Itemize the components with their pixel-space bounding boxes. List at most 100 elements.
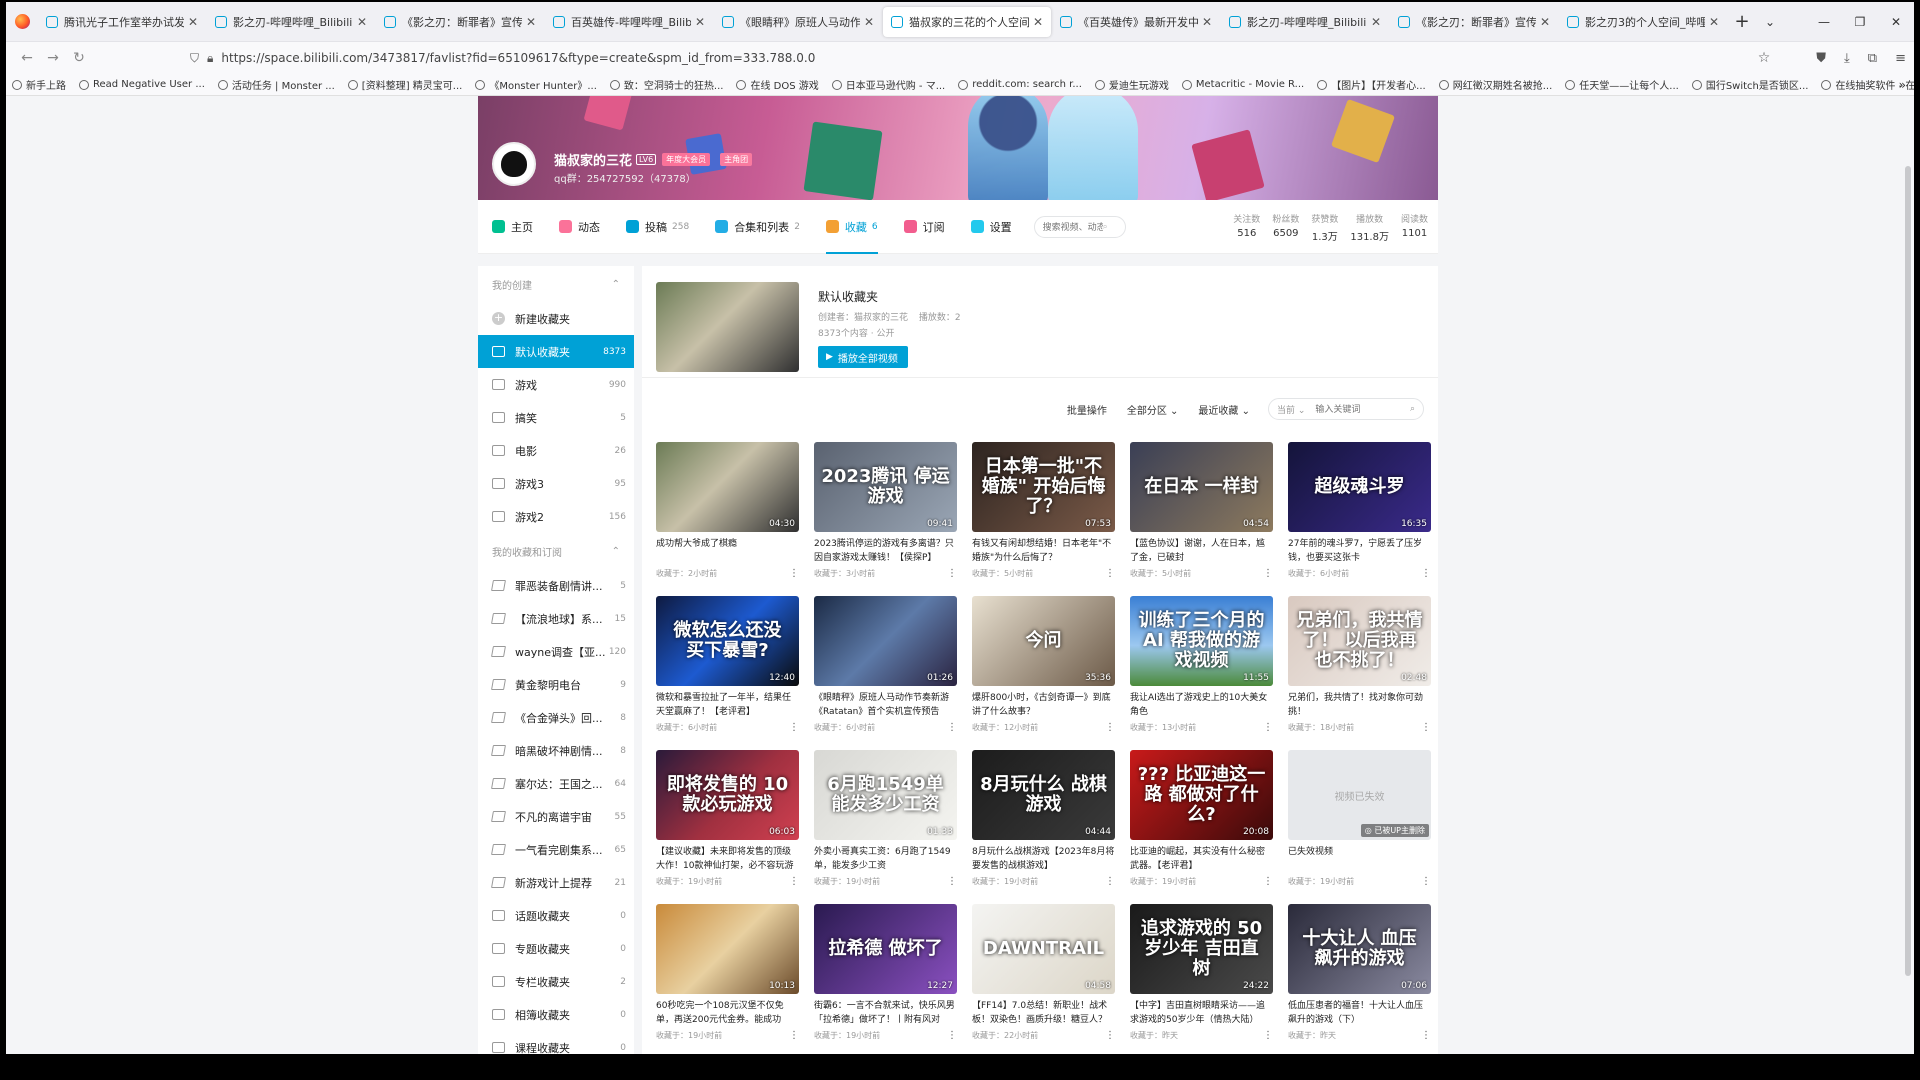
bookmark-item[interactable]: 《Monster Hunter》... — [475, 77, 597, 92]
video-card[interactable]: 8月玩什么 战棋游戏 04:44 8月玩什么战棋游戏【2023年8月将要发售的战棋游… — [972, 750, 1115, 904]
avatar[interactable] — [492, 142, 536, 186]
video-thumbnail[interactable]: 超级魂斗罗 16:35 — [1288, 442, 1431, 532]
video-title[interactable]: 27年前的魂斗罗7，宁愿丢了压岁钱，也要买这张卡 — [1288, 537, 1431, 565]
more-options-icon[interactable]: ⋮ — [789, 568, 799, 579]
user-name[interactable]: 猫叔家的三花 — [554, 150, 632, 169]
tab-close-icon[interactable]: ✕ — [188, 15, 198, 29]
folder-item[interactable]: 新游戏计上提荐 21 — [478, 866, 634, 899]
space-tab[interactable]: 动态 — [559, 200, 600, 254]
more-options-icon[interactable]: ⋮ — [789, 722, 799, 733]
folder-item[interactable]: 专栏收藏夹 2 — [478, 965, 634, 998]
space-tab[interactable]: 主页 — [492, 200, 533, 254]
video-title[interactable]: 2023腾讯停运的游戏有多离谱？只因自家游戏太赚钱！【侯探P】 — [814, 537, 957, 565]
more-options-icon[interactable]: ⋮ — [1421, 722, 1431, 733]
stat-item[interactable]: 关注数 516 — [1233, 212, 1260, 243]
shield-icon[interactable]: ⛉ — [190, 51, 199, 66]
tab-close-icon[interactable]: ✕ — [1033, 15, 1043, 29]
browser-tab[interactable]: 腾讯光子工作室举办试发新游… ✕ — [38, 7, 206, 37]
video-card[interactable]: 2023腾讯 停运游戏 09:41 2023腾讯停运的游戏有多离谱？只因自家游戏太赚… — [814, 442, 957, 596]
bookmark-item[interactable]: 网红徵汉期姓名被抢... — [1438, 77, 1552, 92]
video-title[interactable]: 【蓝色协议】谢谢，人在日本，尴了金，已破封 — [1130, 537, 1273, 565]
video-thumbnail[interactable]: 10:13 — [656, 904, 799, 994]
folder-item[interactable]: 专题收藏夹 0 — [478, 932, 634, 965]
bookmark-star-icon[interactable]: ☆ — [1758, 50, 1771, 66]
more-options-icon[interactable]: ⋮ — [789, 876, 799, 887]
video-card[interactable]: DAWNTRAIL 04:58 【FF14】7.0总结！新职业！战术板！双染色！画质… — [972, 904, 1115, 1054]
url-bar[interactable]: ⛉ 🔒︎ https://space.bilibili.com/3473817/… — [182, 45, 1779, 71]
subscribed-section-header[interactable]: 我的收藏和订阅 ⌃ — [478, 533, 634, 569]
play-all-button[interactable]: ▶ 播放全部视频 — [818, 346, 908, 368]
more-options-icon[interactable]: ⋮ — [1105, 568, 1115, 579]
stat-item[interactable]: 获赞数 1.3万 — [1311, 212, 1338, 243]
video-title[interactable]: 外卖小哥真实工资：6月跑了1549单，能发多少工资 — [814, 845, 957, 873]
vip-badge[interactable]: 年度大会员 — [662, 153, 711, 166]
search-icon[interactable]: ⌕ — [1103, 222, 1108, 232]
more-options-icon[interactable]: ⋮ — [947, 568, 957, 579]
folder-item[interactable]: 【流浪地球】系... 15 — [478, 602, 634, 635]
video-thumbnail[interactable]: 兄弟们，我共情了！ 以后我再也不挑了！ 02:48 — [1288, 596, 1431, 686]
more-options-icon[interactable]: ⋮ — [1263, 876, 1273, 887]
bookmark-item[interactable]: Read Negative User ... — [79, 79, 205, 90]
more-options-icon[interactable]: ⋮ — [947, 722, 957, 733]
folder-item[interactable]: 默认收藏夹 8373 — [478, 335, 634, 368]
video-card[interactable]: 拉希德 做坏了 12:27 街霸6：一言不合就来试，快乐风男「拉希德」做坏了！丨附有… — [814, 904, 957, 1054]
video-thumbnail[interactable]: 即将发售的 10款必玩游戏 06:03 — [656, 750, 799, 840]
video-title[interactable]: 爆肝800小时，《古剑奇谭一》到底讲了什么故事？ — [972, 691, 1115, 719]
stat-item[interactable]: 粉丝数 6509 — [1272, 212, 1299, 243]
space-tab[interactable]: 设置 — [970, 200, 1012, 254]
more-options-icon[interactable]: ⋮ — [789, 1030, 799, 1041]
folder-item[interactable]: 暗黑破坏神剧情... 8 — [478, 734, 634, 767]
new-folder-button[interactable]: + 新建收藏夹 — [478, 302, 634, 335]
video-title[interactable]: 【中字】吉田直树眼睛采访——追求游戏的50岁少年（情热大陆） — [1130, 999, 1273, 1027]
folder-item[interactable]: 搞笑 5 — [478, 401, 634, 434]
zone-select[interactable]: 全部分区 ⌄ — [1127, 402, 1179, 417]
bookmark-item[interactable]: 日本亚马逊代购 - マ... — [831, 77, 945, 92]
video-title[interactable]: 街霸6：一言不合就来试，快乐风男「拉希德」做坏了！丨附有风对 — [814, 999, 957, 1027]
more-options-icon[interactable]: ⋮ — [947, 1030, 957, 1041]
video-card[interactable]: 十大让人 血压飙升的游戏 07:06 低血压患者的福音！十大让人血压飙升的游戏（下）… — [1288, 904, 1431, 1054]
video-thumbnail[interactable]: 2023腾讯 停运游戏 09:41 — [814, 442, 957, 532]
video-title[interactable]: 60秒吃完一个108元汉堡不仅免单，再送200元代金券。能成功 — [656, 999, 799, 1027]
video-card[interactable]: 即将发售的 10款必玩游戏 06:03 【建议收藏】未来即将发售的顶级大作！10款神… — [656, 750, 799, 904]
browser-tab[interactable]: 影之刃-哔哩哔哩_Bilibili ✕ — [207, 7, 375, 37]
restore-icon[interactable]: ❐ — [1842, 15, 1878, 29]
bookmark-item[interactable]: 任天堂——让每个人... — [1565, 77, 1679, 92]
more-options-icon[interactable]: ⋮ — [1421, 876, 1431, 887]
video-card[interactable]: 01:26 《眼睛秤》原班人马动作节奏新游《Ratatan》首个实机宣传预告 收藏于… — [814, 596, 957, 750]
firefox-menu[interactable] — [6, 2, 38, 42]
folder-item[interactable]: 罪恶装备剧情讲... 5 — [478, 569, 634, 602]
page-scrollbar[interactable] — [1902, 96, 1914, 1054]
video-title[interactable]: 成功帮大爷成了棋瘾 — [656, 537, 799, 565]
browser-tab[interactable]: 《影之刃：断罪者》宣传视频 | ✕ — [376, 7, 544, 37]
video-thumbnail[interactable]: 01:26 — [814, 596, 957, 686]
video-title[interactable]: 【FF14】7.0总结！新职业！战术板！双染色！画质升级！糖豆人？ — [972, 999, 1115, 1027]
folder-item[interactable]: 黄金黎明电台 9 — [478, 668, 634, 701]
folder-item[interactable]: 游戏2 156 — [478, 500, 634, 533]
bookmark-item[interactable]: 新手上路 — [12, 77, 66, 92]
tab-close-icon[interactable]: ✕ — [1540, 15, 1550, 29]
bookmark-item[interactable]: 【图片】【开发者心... — [1317, 77, 1426, 92]
folder-cover[interactable] — [656, 282, 799, 372]
tab-close-icon[interactable]: ✕ — [1371, 15, 1381, 29]
more-options-icon[interactable]: ⋮ — [1421, 1030, 1431, 1041]
video-thumbnail[interactable]: 6月跑1549单 能发多少工资 01:33 — [814, 750, 957, 840]
scope-select[interactable]: 当前 ⌄ — [1277, 403, 1305, 416]
menu-icon[interactable]: ≡ — [1895, 51, 1906, 66]
video-title[interactable]: 有钱又有闲却想结婚！日本老年"不婚族"为什么后悔了？ — [972, 537, 1115, 565]
folder-item[interactable]: 《合金弹头》回... 8 — [478, 701, 634, 734]
browser-tab[interactable]: 猫叔家的三花的个人空间_哔哩 ✕ — [883, 6, 1051, 37]
reload-icon[interactable]: ↻ — [66, 50, 92, 66]
minimize-icon[interactable]: — — [1806, 15, 1842, 29]
tab-close-icon[interactable]: ✕ — [1709, 15, 1719, 29]
fan-badge[interactable]: 主角团 — [720, 153, 753, 166]
video-title[interactable]: 低血压患者的福音！十大让人血压飙升的游戏（下） — [1288, 999, 1431, 1027]
more-options-icon[interactable]: ⋮ — [1263, 722, 1273, 733]
tab-list-button[interactable]: ⌄ — [1756, 15, 1784, 29]
forward-icon[interactable]: → — [40, 50, 66, 66]
video-thumbnail[interactable]: 今问 35:36 — [972, 596, 1115, 686]
batch-ops-button[interactable]: 批量操作 — [1067, 402, 1107, 417]
folder-item[interactable]: 游戏3 95 — [478, 467, 634, 500]
url-text[interactable]: https://space.bilibili.com/3473817/favli… — [221, 51, 1749, 65]
video-thumbnail[interactable]: 在日本 一样封 04:54 — [1130, 442, 1273, 532]
more-options-icon[interactable]: ⋮ — [1263, 568, 1273, 579]
